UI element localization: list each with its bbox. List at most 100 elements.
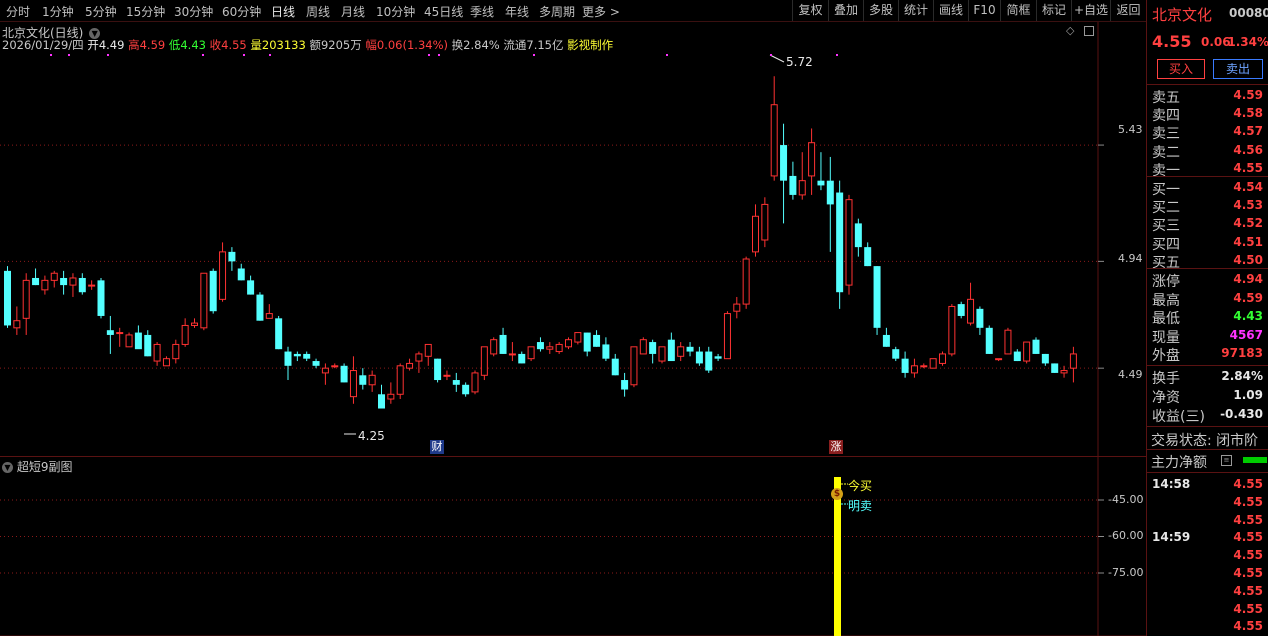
candle-body-up: [406, 362, 414, 369]
restore-rights-button[interactable]: 复权: [792, 0, 828, 21]
candle-body-up: [13, 320, 21, 329]
statistics-button[interactable]: 统计: [898, 0, 933, 21]
tab-weekly[interactable]: 周线: [306, 3, 330, 20]
stat2-row-label: 收益(三): [1152, 409, 1205, 425]
amount-value: 9205万: [320, 38, 362, 52]
tab-fenshi[interactable]: 分时: [6, 3, 30, 20]
event-dot: [428, 54, 430, 56]
stat2-row-value: -0.430: [1220, 407, 1263, 421]
tab-multi-period[interactable]: 多周期: [539, 3, 575, 20]
stat-row-value: 97183: [1221, 346, 1263, 361]
ask-level-value: 4.59: [1233, 88, 1263, 102]
candle-body-down: [836, 192, 844, 293]
tab-more[interactable]: 更多 >: [582, 3, 620, 20]
sub-axis-label: -45.00: [1108, 493, 1144, 506]
tick-row: 4.55: [1147, 583, 1268, 601]
sub-indicator-chart: [0, 457, 1146, 636]
candle-body-down: [256, 294, 264, 321]
divider: [1147, 472, 1268, 473]
bid-level: 买三 4.52: [1147, 215, 1268, 234]
sub-indicator-area[interactable]: ▼ 超短9副图 -45.00 -60.00 -75.00 今买 明卖 $: [0, 456, 1146, 636]
tick-row: 4.55: [1147, 512, 1268, 530]
candle-body-up: [939, 353, 946, 364]
finance-tag[interactable]: 财: [430, 440, 444, 454]
back-button[interactable]: 返回: [1110, 0, 1146, 21]
candle-body-up: [929, 358, 937, 369]
close-value: 4.55: [221, 38, 247, 52]
candle-body-up: [415, 353, 423, 362]
draw-line-button[interactable]: 画线: [933, 0, 968, 21]
candle-body-up: [480, 346, 488, 376]
multi-stock-button[interactable]: 多股: [863, 0, 898, 21]
candle-body-up: [368, 374, 376, 386]
high-value: 4.59: [139, 38, 166, 52]
candle-body-up: [331, 365, 339, 368]
candle-body-down: [284, 351, 292, 366]
coin-icon: $: [831, 488, 843, 500]
price-axis-label: 4.49: [1118, 368, 1143, 381]
ask-level-label: 卖二: [1152, 144, 1180, 161]
candle-body-up: [396, 365, 404, 395]
stat2-row-label: 换手: [1152, 371, 1180, 387]
candle-body-up: [527, 346, 535, 360]
tab-15min[interactable]: 15分钟: [126, 3, 165, 20]
add-favorite-button[interactable]: +自选: [1071, 0, 1110, 21]
high-price-marker: 5.72: [786, 55, 813, 69]
candle-body-up: [920, 365, 928, 368]
tick-time: 14:59: [1152, 530, 1191, 545]
high-pointer: [769, 54, 785, 63]
candle-body-up: [50, 272, 58, 281]
mark-button[interactable]: 标记: [1036, 0, 1071, 21]
tab-10min[interactable]: 10分钟: [376, 3, 415, 20]
ohlc-info-line: 2026/01/29/四 开4.49 高4.59 低4.43 收4.55 量20…: [2, 37, 613, 53]
candle-body-down: [237, 268, 245, 281]
tab-1min[interactable]: 1分钟: [42, 3, 74, 20]
tab-60min[interactable]: 60分钟: [222, 3, 261, 20]
stat-row-value: 4.94: [1233, 272, 1263, 286]
tab-5min[interactable]: 5分钟: [85, 3, 117, 20]
overlay-button[interactable]: 叠加: [828, 0, 863, 21]
candle-body-down: [462, 384, 470, 395]
candle-body-down: [714, 356, 722, 359]
tab-daily[interactable]: 日线: [271, 3, 295, 20]
tick-row: 14:59 4.55: [1147, 529, 1268, 547]
candle-body-down: [60, 277, 68, 286]
collapse-icon[interactable]: ▼: [2, 462, 13, 473]
simple-frame-button[interactable]: 简框: [1000, 0, 1036, 21]
candle-body-up: [761, 203, 769, 241]
stat2-row: 净资 1.09: [1147, 387, 1268, 406]
ask-level: 卖三 4.57: [1147, 123, 1268, 142]
tab-monthly[interactable]: 月线: [341, 3, 365, 20]
tick-price: 4.55: [1233, 494, 1263, 509]
tick-row: 4.55: [1147, 601, 1268, 619]
candle-body-up: [162, 358, 170, 367]
f10-button[interactable]: F10: [968, 0, 1000, 21]
candle-body-up: [808, 142, 816, 177]
tab-yearly[interactable]: 年线: [505, 3, 529, 20]
candle-body-up: [191, 322, 198, 326]
candle-body-up: [723, 313, 731, 360]
candle-body-down: [97, 280, 105, 316]
bar-date: 2026/01/29/四: [2, 38, 84, 52]
candle-body-up: [770, 104, 778, 177]
buy-button[interactable]: 买入: [1157, 59, 1205, 79]
rise-tag[interactable]: 涨: [829, 440, 843, 454]
kline-chart-area[interactable]: 北京文化(日线) ▼ ◇ 2026/01/29/四 开4.49 高4.59 低4…: [0, 22, 1146, 456]
window-icon[interactable]: [1084, 26, 1094, 36]
diamond-icon[interactable]: ◇: [1066, 24, 1074, 37]
tab-45day[interactable]: 45日线: [424, 3, 463, 20]
stat-row: 最低 4.43: [1147, 308, 1268, 327]
candle-body-down: [957, 304, 965, 316]
volume-label: 量: [250, 38, 262, 52]
candle-body-up: [733, 303, 741, 312]
candle-body-down: [303, 353, 311, 359]
candle-body-up: [181, 324, 189, 345]
menu-icon[interactable]: ≡: [1221, 455, 1232, 466]
candle-body-down: [293, 353, 301, 357]
sell-button[interactable]: 卖出: [1213, 59, 1263, 79]
candle-body-up: [490, 339, 498, 355]
tab-30min[interactable]: 30分钟: [174, 3, 213, 20]
stat-row-label: 现量: [1152, 329, 1180, 346]
tab-quarterly[interactable]: 季线: [470, 3, 494, 20]
candle-body-up: [471, 372, 479, 393]
